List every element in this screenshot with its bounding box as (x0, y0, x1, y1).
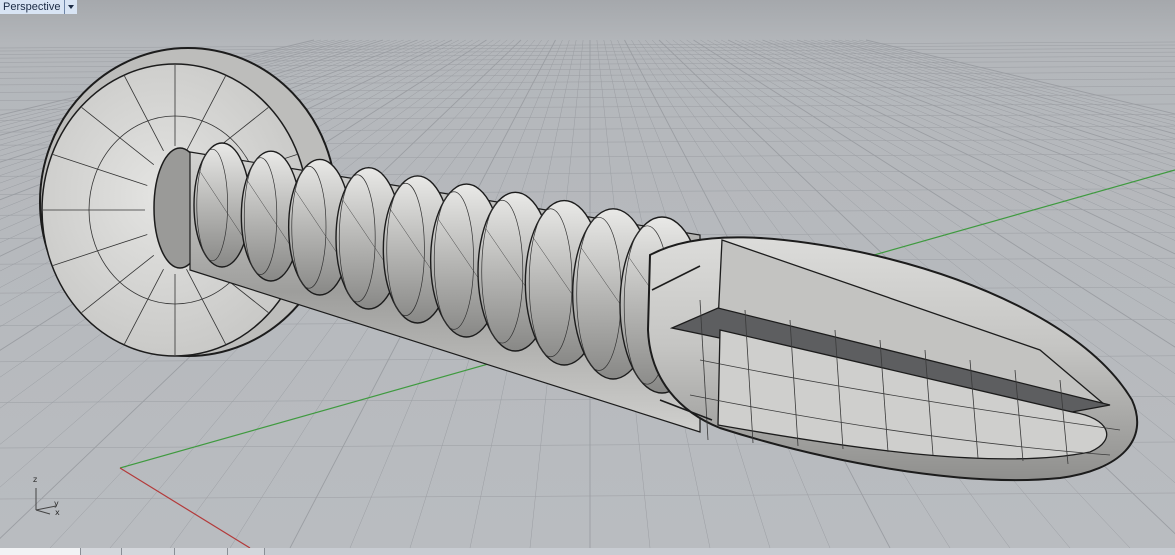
viewport-tab-bar (0, 548, 1175, 555)
axis-label-x: x (55, 508, 60, 517)
split-tip (646, 236, 1139, 482)
viewport-title-tab[interactable]: Perspective (0, 0, 78, 14)
viewport-tab-2[interactable] (81, 548, 122, 555)
viewport-tab-3[interactable] (122, 548, 175, 555)
axis-label-y: y (54, 499, 59, 508)
axis-label-z: z (33, 475, 38, 484)
viewport-menu-arrow-icon[interactable] (65, 0, 78, 14)
viewport-tab-5[interactable] (228, 548, 265, 555)
viewport-tab-1[interactable] (0, 548, 81, 555)
perspective-viewport[interactable]: Perspective z y x (0, 0, 1175, 548)
scene-canvas[interactable] (0, 0, 1175, 548)
threaded-shank (189, 142, 705, 433)
viewport-tab-4[interactable] (175, 548, 228, 555)
viewport-title[interactable]: Perspective (0, 0, 66, 14)
